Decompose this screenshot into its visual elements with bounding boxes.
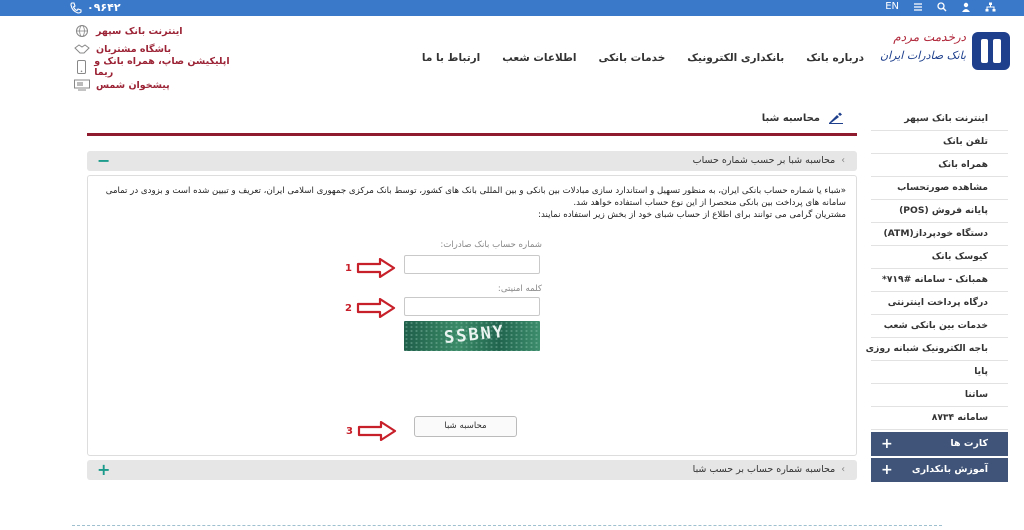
sidebar-item-8734[interactable]: سامانه ۸۷۳۴ <box>871 407 1008 430</box>
sidebar-item-kiosk[interactable]: کیوسک بانک <box>871 246 1008 269</box>
sidebar-item-pos[interactable]: پایانه فروش (POS) <box>871 200 1008 223</box>
sidebar-item-paya[interactable]: پایا <box>871 361 1008 384</box>
logo-bank-name: بانک صادرات ایران <box>880 49 966 62</box>
support-phone[interactable]: ۰۹۶۴۲ <box>70 1 121 14</box>
sidebar-section-ebanking-training[interactable]: آموزش بانکداری الکترونیکی + <box>871 458 1008 499</box>
sidebar-item-24h-counter[interactable]: باجه الکترونیک شبانه روزی <box>866 338 1008 361</box>
annotation-marker-2: 2 <box>345 298 396 318</box>
arrow-right-icon <box>356 258 396 278</box>
kiosk-icon <box>74 78 90 92</box>
sidebar-item-atm[interactable]: دستگاه خودپرداز(ATM) <box>871 223 1008 246</box>
accordion-title: محاسبه شماره حساب بر حسب شبا <box>692 464 836 475</box>
page-title: محاسبه شبا <box>762 112 844 124</box>
expand-toggle[interactable]: + <box>97 460 110 480</box>
sidebar-item-interbank-services[interactable]: خدمات بین بانکی شعب <box>871 315 1008 338</box>
sidebar-item-payment-gateway[interactable]: درگاه پرداخت اینترنتی <box>871 292 1008 315</box>
plus-icon: + <box>881 462 893 478</box>
calculate-sheba-button[interactable]: محاسبه شبا <box>414 416 517 437</box>
support-phone-number: ۰۹۶۴۲ <box>87 1 121 14</box>
nav-banking-services[interactable]: خدمات بانکی <box>598 52 665 64</box>
nav-branch-info[interactable]: اطلاعات شعب <box>502 52 576 64</box>
sidebar-section-label: آموزش بانکداری الکترونیکی <box>911 464 988 499</box>
sidebar-item-satna[interactable]: ساتنا <box>871 384 1008 407</box>
accordion-title: محاسبه شبا بر حسب شماره حساب <box>692 155 836 166</box>
description-paragraph: «شباء یا شماره حساب بانکی ایران، به منظو… <box>105 186 846 208</box>
annotation-marker-1: 1 <box>345 258 396 278</box>
annotation-number: 2 <box>345 302 352 314</box>
mobile-phone-icon <box>74 60 88 74</box>
captcha-image: SSBNY <box>404 321 540 351</box>
bank-logo[interactable]: درخدمت مردم بانک صادرات ایران <box>880 30 1010 72</box>
quick-link-label: باشگاه مشتریان <box>96 43 172 55</box>
annotation-number: 1 <box>345 262 352 274</box>
handshake-icon <box>74 42 90 56</box>
accordion-account-by-sheba[interactable]: محاسبه شماره حساب بر حسب شبا ‹ + <box>87 460 857 480</box>
sidebar-item-statement[interactable]: مشاهده صورتحساب <box>871 177 1008 200</box>
nav-electronic-banking[interactable]: بانکداری الکترونیک <box>687 52 784 64</box>
phone-icon <box>70 1 82 14</box>
sidebar-item-phone-bank[interactable]: تلفن بانک <box>871 131 1008 154</box>
globe-icon <box>74 24 90 38</box>
quick-link-internet-bank[interactable]: اینترنت بانک سپهر <box>74 22 234 40</box>
accordion-title-wrap: محاسبه شماره حساب بر حسب شبا ‹ <box>693 464 845 475</box>
description-text: «شباء یا شماره حساب بانکی ایران، به منظو… <box>96 185 846 221</box>
annotation-number: 3 <box>346 425 353 437</box>
accordion-sheba-by-account[interactable]: محاسبه شبا بر حسب شماره حساب ‹ − <box>87 151 857 171</box>
plus-icon: + <box>881 436 893 452</box>
sidebar-section-cards[interactable]: کارت ها + <box>871 432 1008 456</box>
collapse-toggle[interactable]: − <box>97 151 110 171</box>
sheba-form-panel: «شباء یا شماره حساب بانکی ایران، به منظو… <box>87 175 857 456</box>
account-number-input[interactable] <box>404 255 540 274</box>
bank-emblem-icon <box>972 32 1010 70</box>
top-bar: ۰۹۶۴۲ EN <box>0 0 1024 16</box>
services-sidebar: اینترنت بانک سپهر تلفن بانک همراه بانک م… <box>866 108 1008 499</box>
menu-icon[interactable] <box>913 2 923 12</box>
language-en-link[interactable]: EN <box>885 1 899 12</box>
nav-about-bank[interactable]: درباره بانک <box>806 52 864 64</box>
chevron-left-icon: ‹ <box>841 464 845 475</box>
quick-link-label: اپلیکیشن صاپ، همراه بانک و ریما <box>94 56 230 78</box>
security-code-label: کلمه امنیتی: <box>497 284 542 294</box>
quick-link-mobile-apps[interactable]: اپلیکیشن صاپ، همراه بانک و ریما <box>74 56 234 78</box>
calculator-pen-icon <box>829 112 843 124</box>
search-icon[interactable] <box>937 1 947 12</box>
title-divider <box>87 133 857 136</box>
arrow-right-icon <box>357 421 397 441</box>
logo-slogan: درخدمت مردم <box>893 30 966 44</box>
quick-link-shams-counter[interactable]: پیشخوان شمس <box>74 76 234 94</box>
sidebar-item-internet-bank[interactable]: اینترنت بانک سپهر <box>871 108 1008 131</box>
account-number-label: شماره حساب بانک صادرات: <box>440 240 542 250</box>
main-navigation: درباره بانک بانکداری الکترونیک خدمات بان… <box>422 52 864 64</box>
nav-contact-us[interactable]: ارتباط با ما <box>422 52 480 64</box>
description-note: مشتریان گرامی می توانند برای اطلاع از حس… <box>538 210 846 220</box>
sidebar-item-hambank[interactable]: همبانک - سامانه #۷۱۹* <box>871 269 1008 292</box>
sidebar-section-label: کارت ها <box>950 438 988 449</box>
page-title-text: محاسبه شبا <box>761 112 820 124</box>
user-icon[interactable] <box>961 2 971 12</box>
quick-link-label: اینترنت بانک سپهر <box>96 25 183 37</box>
quick-links: اینترنت بانک سپهر باشگاه مشتریان اپلیکیش… <box>74 22 234 94</box>
quick-link-label: پیشخوان شمس <box>96 79 170 91</box>
annotation-marker-3: 3 <box>346 421 397 441</box>
arrow-right-icon <box>356 298 396 318</box>
sitemap-icon[interactable] <box>985 2 996 12</box>
sidebar-item-mobile-bank[interactable]: همراه بانک <box>871 154 1008 177</box>
chevron-left-icon: ‹ <box>841 155 845 166</box>
footer-divider <box>72 525 942 526</box>
accordion-title-wrap: محاسبه شبا بر حسب شماره حساب ‹ <box>693 155 845 166</box>
security-code-input[interactable] <box>404 297 540 316</box>
